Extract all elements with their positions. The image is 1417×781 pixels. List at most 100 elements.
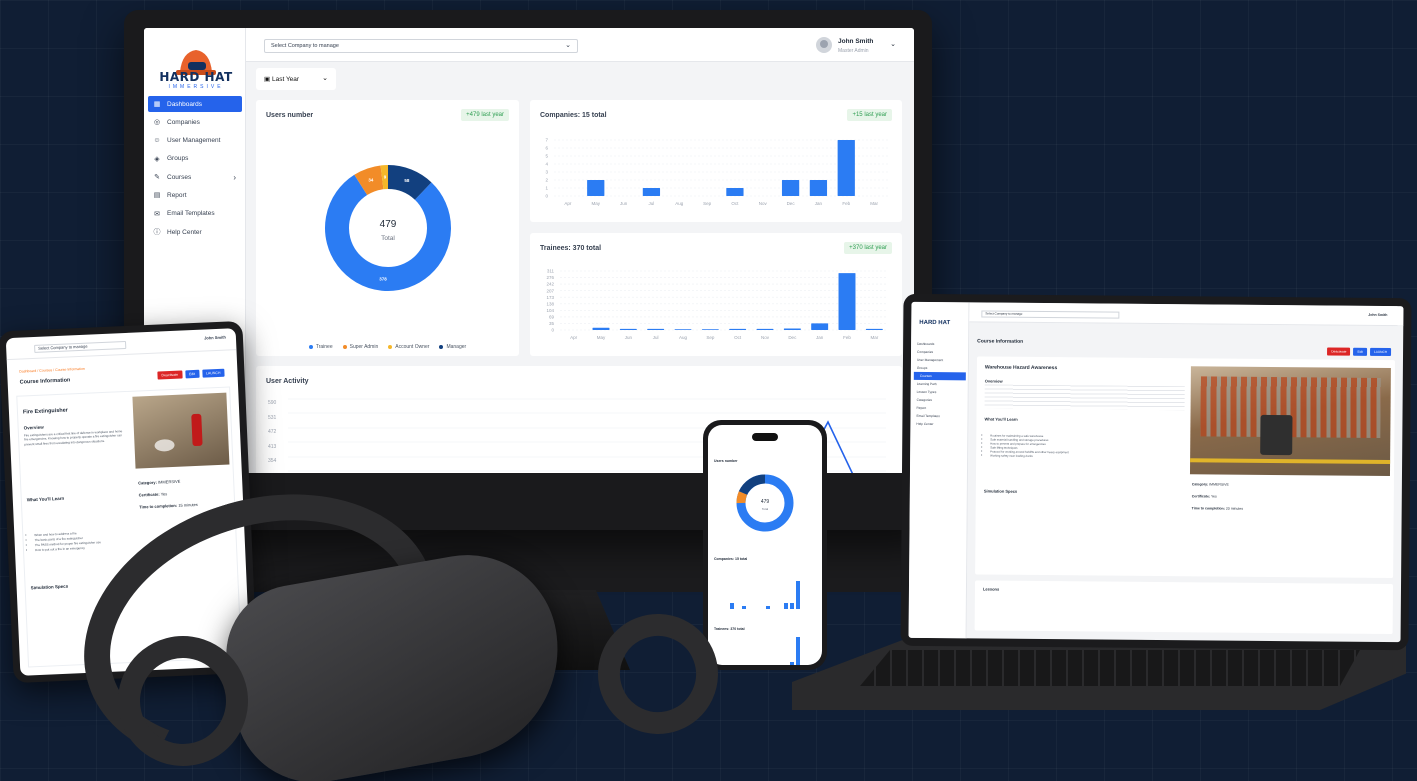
x-tick-label: Dec [787,201,796,206]
user-name: John Smith [838,38,874,45]
phone-notch [752,433,778,441]
sidebar-item-courses[interactable]: ✎ Courses › [148,169,242,185]
legend-trainee: Trainee [308,344,333,350]
company-select[interactable]: Select Company to manage ⌄ [264,39,578,53]
report-icon: ▤ [153,192,161,200]
certificate-label: Certificate: [138,491,160,498]
sidebar-item-help-center[interactable]: ⓘ Help Center [148,224,242,240]
sidebar-item-email-templates[interactable]: ✉ Email Templates [148,206,242,222]
phone-screen: Users number 479 Total Companies: 15 tot… [708,425,822,665]
x-tick-label: Jan [815,201,823,206]
sidebar-nav: ▦ Dashboards ◎ Companies ☺ User Management … [148,96,242,242]
overview-heading: Overview [984,378,1003,384]
sidebar-item-label: Report [167,191,187,199]
bar-feb [837,140,855,196]
time-value: 20 minutes [1225,506,1243,511]
y-tick-label: 138 [546,301,554,306]
phone-device: Users number 479 Total Companies: 15 tot… [703,420,827,670]
chart-legend: Trainee Super Admin Account Owner Manage… [256,344,519,350]
deactivate-button[interactable]: Deactivate [1327,347,1351,356]
slice-label: 378 [379,276,387,281]
legend-manager: Manager [439,344,466,350]
y-tick-label: 242 [546,282,554,287]
y-tick-label: 104 [546,308,554,313]
laptop-device: HARD HAT Dashboards Companies User Manag… [900,293,1412,651]
deactivate-button[interactable]: Deactivate [157,370,183,380]
bar-jan [811,323,829,330]
x-tick-label: Mar [870,335,878,340]
sidebar-item-label: User Management [167,137,221,145]
launch-button[interactable]: LAUNCH [1369,347,1392,357]
x-tick-label: Feb [843,335,851,340]
companies-card: Companies: 15 total +15 last year 012345… [530,100,902,222]
y-tick-label: 3 [545,170,548,175]
chevron-right-icon: › [233,172,236,182]
sidebar-item-dashboards[interactable]: ▦ Dashboards [148,96,242,112]
bar-mar [865,328,883,330]
x-tick-label: Dec [788,335,797,340]
x-tick-label: Jan [816,335,824,340]
calendar-icon: ▣ [264,76,271,83]
y-tick-label: 5 [545,154,548,159]
sidebar-item-companies[interactable]: ◎ Companies [148,114,242,130]
y-tick-label: 311 [547,269,555,274]
period-select[interactable]: ▣ Last Year ⌄ [256,68,336,90]
chevron-down-icon: ⌄ [565,42,571,49]
user-role: Master Admin [838,48,869,54]
y-tick-label: 4 [545,162,548,167]
page-title: Course Information [19,377,71,386]
bar-dec [783,328,801,330]
y-tick-label: 173 [546,295,554,300]
trainees-card: Trainees: 370 total +370 last year 0 35 69… [530,233,902,356]
y-tick-label: 2 [545,178,548,183]
x-tick-label: Nov [761,335,770,340]
sidebar-item-help-center[interactable]: Help Center [910,420,968,429]
learn-list: When and how to address a fire The basic… [34,530,101,553]
grid-icon: ▦ [153,101,161,108]
mail-icon: ✉ [154,210,160,218]
legend-account-owner: Account Owner [388,344,429,350]
sidebar-item-label: Help Center [167,228,202,236]
bar-oct [726,188,744,196]
sidebar-item-label: Dashboards [167,100,203,108]
bar-may [587,180,605,196]
sidebar-item-groups[interactable]: ◈ Groups [148,151,242,167]
brand-name: HARD HAT [919,319,951,327]
x-tick-label: Feb [842,201,850,206]
user-menu[interactable]: John Smith Master Admin ⌄ [816,36,896,56]
launch-button[interactable]: LAUNCH [201,368,225,378]
x-tick-label: Oct [731,201,739,206]
overview-heading: Overview [23,424,44,431]
companies-bar-chart: 0 1 2 3 4 5 6 7 Apr May Jun Jul Aug Sep Oct Nov Dec Jan Fe… [545,138,888,206]
card-title: Companies: 15 total [714,557,748,561]
sidebar-item-user-management[interactable]: ☺ User Management [148,133,242,149]
lessons-heading: Lessons [982,586,1000,592]
sidebar-item-label: Groups [167,155,189,163]
certificate-value: Yes [160,491,168,497]
x-tick-label: Jul [653,335,659,340]
y-tick-label: 0 [545,194,548,199]
x-tick-label: Nov [759,201,768,206]
sidebar-item-label: Companies [167,118,200,126]
slice-label: 58 [404,178,410,183]
y-tick-label: 7 [545,138,548,143]
bar-jun [619,328,637,330]
certificate-value: Yes [1210,494,1217,499]
x-tick-label: Aug [679,335,688,340]
laptop-screen: HARD HAT Dashboards Companies User Manag… [908,301,1404,643]
specs-heading: Simulation Specs [983,488,1018,494]
category-label: Category: [138,479,157,486]
donut-total: 479 [380,219,397,230]
edit-button[interactable]: Edit [1353,347,1367,356]
x-tick-label: Jun [625,335,633,340]
chevron-down-icon: ⌄ [890,41,896,48]
y-tick-label: 207 [546,288,554,293]
x-tick-label: Mar [870,201,878,206]
company-select[interactable]: Select Company to manage [981,310,1120,319]
edit-button[interactable]: Edit [184,369,200,379]
sidebar-item-report[interactable]: ▤ Report [148,187,242,203]
bar-jul [647,328,665,330]
y-tick-label: 0 [551,328,554,333]
x-tick-label: May [597,335,606,340]
course-image [132,392,230,469]
